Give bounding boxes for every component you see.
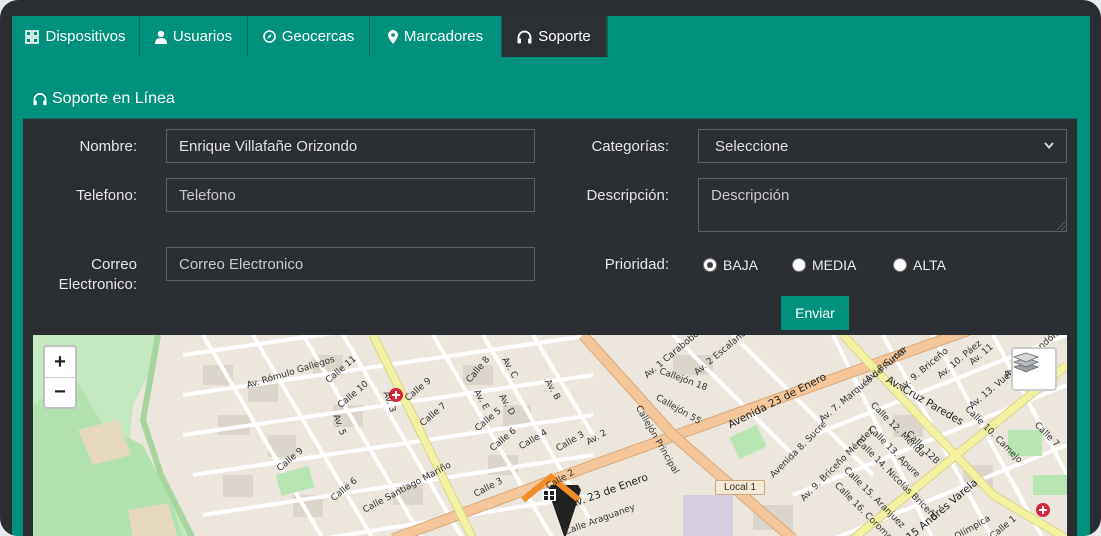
tab-content: Soporte en Línea Nombre: Enrique Villafa…	[12, 57, 1090, 536]
tab-label: Marcadores	[403, 28, 484, 45]
panel-title: Soporte en Línea	[52, 89, 175, 107]
categorias-selected-value: Seleccione	[715, 137, 789, 155]
tab-label: Geocercas	[281, 28, 355, 45]
nombre-input[interactable]: Enrique Villafañe Orizondo	[166, 129, 535, 163]
grid-icon	[25, 29, 40, 44]
compass-icon	[262, 30, 276, 43]
zoom-out-button[interactable]: −	[45, 377, 75, 407]
correo-label-line1: Correo	[91, 256, 137, 273]
correo-label-line2: Electronico:	[58, 276, 137, 293]
prioridad-radio-group: BAJA MEDIA ALTA	[703, 257, 963, 273]
layers-button[interactable]	[1011, 347, 1057, 391]
headphones-icon	[517, 30, 532, 44]
categorias-label: Categorías:	[591, 138, 669, 155]
chevron-down-icon	[1044, 140, 1054, 152]
telefono-label: Telefono:	[76, 187, 137, 204]
radio-checked-icon[interactable]	[703, 258, 717, 272]
descripcion-placeholder: Descripción	[711, 187, 790, 204]
tab-label: Soporte	[538, 28, 591, 45]
radio-label: MEDIA	[812, 257, 857, 273]
telefono-input[interactable]: Telefono	[166, 178, 535, 212]
map-view[interactable]: Av. Rómulo Gallegos Calle 11 Calle 10 Ca…	[33, 335, 1067, 536]
zoom-control: + −	[43, 345, 77, 409]
zoom-in-button[interactable]: +	[45, 347, 75, 377]
correo-input[interactable]: Correo Electronico	[166, 247, 535, 281]
tab-dispositivos[interactable]: Dispositivos	[12, 16, 140, 57]
radio-unchecked-icon[interactable]	[893, 258, 907, 272]
radio-alta[interactable]: ALTA	[893, 257, 963, 273]
tab-label: Dispositivos	[45, 28, 126, 45]
categorias-select[interactable]: Seleccione	[698, 129, 1067, 163]
headphones-icon	[33, 92, 47, 106]
radio-label: ALTA	[913, 257, 946, 273]
tab-label: Usuarios	[172, 28, 233, 45]
panel-heading: Soporte en Línea	[23, 79, 1077, 119]
radio-media[interactable]: MEDIA	[792, 257, 893, 273]
support-panel: Soporte en Línea Nombre: Enrique Villafa…	[22, 78, 1078, 536]
radio-baja[interactable]: BAJA	[703, 257, 792, 273]
map-pin-icon	[387, 29, 398, 44]
tab-usuarios[interactable]: Usuarios	[140, 16, 248, 57]
user-icon	[154, 30, 167, 44]
radio-unchecked-icon[interactable]	[792, 258, 806, 272]
main-tab-bar: Dispositivos Usuarios Geocercas Marcador…	[12, 16, 1090, 57]
tab-soporte[interactable]: Soporte	[502, 16, 608, 57]
place-tag[interactable]: Local 1	[715, 480, 766, 495]
enviar-button[interactable]: Enviar	[781, 296, 849, 330]
descripcion-textarea[interactable]: Descripción	[698, 178, 1067, 232]
tab-geocercas[interactable]: Geocercas	[248, 16, 370, 57]
descripcion-label: Descripción:	[586, 187, 669, 204]
nombre-label: Nombre:	[79, 138, 137, 155]
resize-grip-icon[interactable]	[1056, 221, 1065, 230]
radio-label: BAJA	[723, 257, 759, 273]
prioridad-label: Prioridad:	[604, 256, 669, 273]
app-frame: Dispositivos Usuarios Geocercas Marcador…	[0, 0, 1101, 536]
tab-marcadores[interactable]: Marcadores	[370, 16, 502, 57]
